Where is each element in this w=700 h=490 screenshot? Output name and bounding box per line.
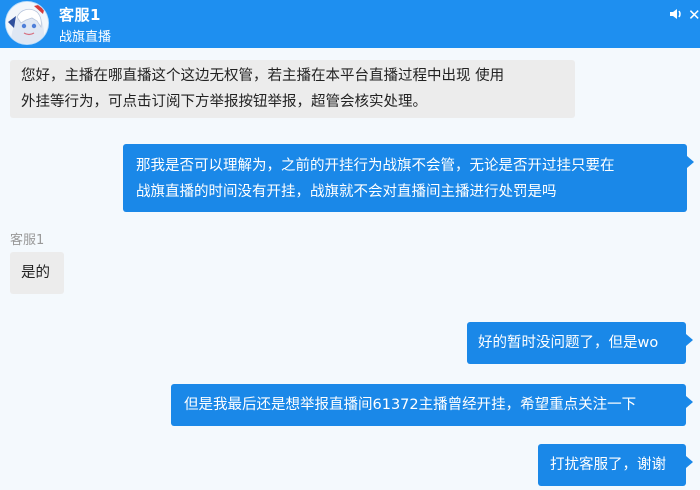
message-line: 您好，主播在哪直播这个这边无权管，若主播在本平台直播过程中出现 使用: [21, 68, 505, 84]
message-line: 打扰客服了，谢谢: [550, 457, 666, 473]
sender-name: 客服1: [10, 233, 45, 248]
message-bubble-agent: 是的: [10, 252, 64, 294]
chat-header: 客服1 战旗直播 ✕: [0, 0, 700, 48]
anime-avatar-icon: [6, 2, 48, 44]
message-list: 您好，主播在哪直播这个这边无权管，若主播在本平台直播过程中出现 使用 外挂等行为…: [0, 48, 700, 490]
chat-subtitle: 战旗直播: [59, 30, 112, 45]
message-bubble-user: 但是我最后还是想举报直播间61372主播曾经开挂，希望重点关注一下: [171, 384, 693, 426]
message-line: 好的暂时没问题了，但是wo: [478, 335, 659, 351]
avatar: [6, 2, 48, 44]
message-bubble-user: 好的暂时没问题了，但是wo: [467, 322, 693, 364]
close-icon[interactable]: ✕: [688, 6, 700, 24]
message-bubble-user: 那我是否可以理解为，之前的开挂行为战旗不会管，无论是否开过挂只要在 战旗直播的时…: [123, 144, 694, 212]
message-line: 那我是否可以理解为，之前的开挂行为战旗不会管，无论是否开过挂只要在: [136, 158, 615, 174]
speaker-icon[interactable]: [668, 6, 684, 26]
message-bubble-agent: 您好，主播在哪直播这个这边无权管，若主播在本平台直播过程中出现 使用 外挂等行为…: [10, 60, 575, 118]
chat-window: 客服1 战旗直播 ✕ 您好，主播在哪直播这个这边无权管，若主播在本平台直播过程中…: [0, 0, 700, 490]
message-line: 外挂等行为，可点击订阅下方举报按钮举报，超管会核实处理。: [21, 94, 427, 110]
message-line: 但是我最后还是想举报直播间61372主播曾经开挂，希望重点关注一下: [184, 397, 637, 413]
message-bubble-user: 打扰客服了，谢谢: [538, 444, 693, 486]
message-line: 是的: [21, 265, 50, 281]
message-line: 战旗直播的时间没有开挂，战旗就不会对直播间主播进行处罚是吗: [136, 184, 557, 200]
chat-title: 客服1: [59, 6, 101, 24]
